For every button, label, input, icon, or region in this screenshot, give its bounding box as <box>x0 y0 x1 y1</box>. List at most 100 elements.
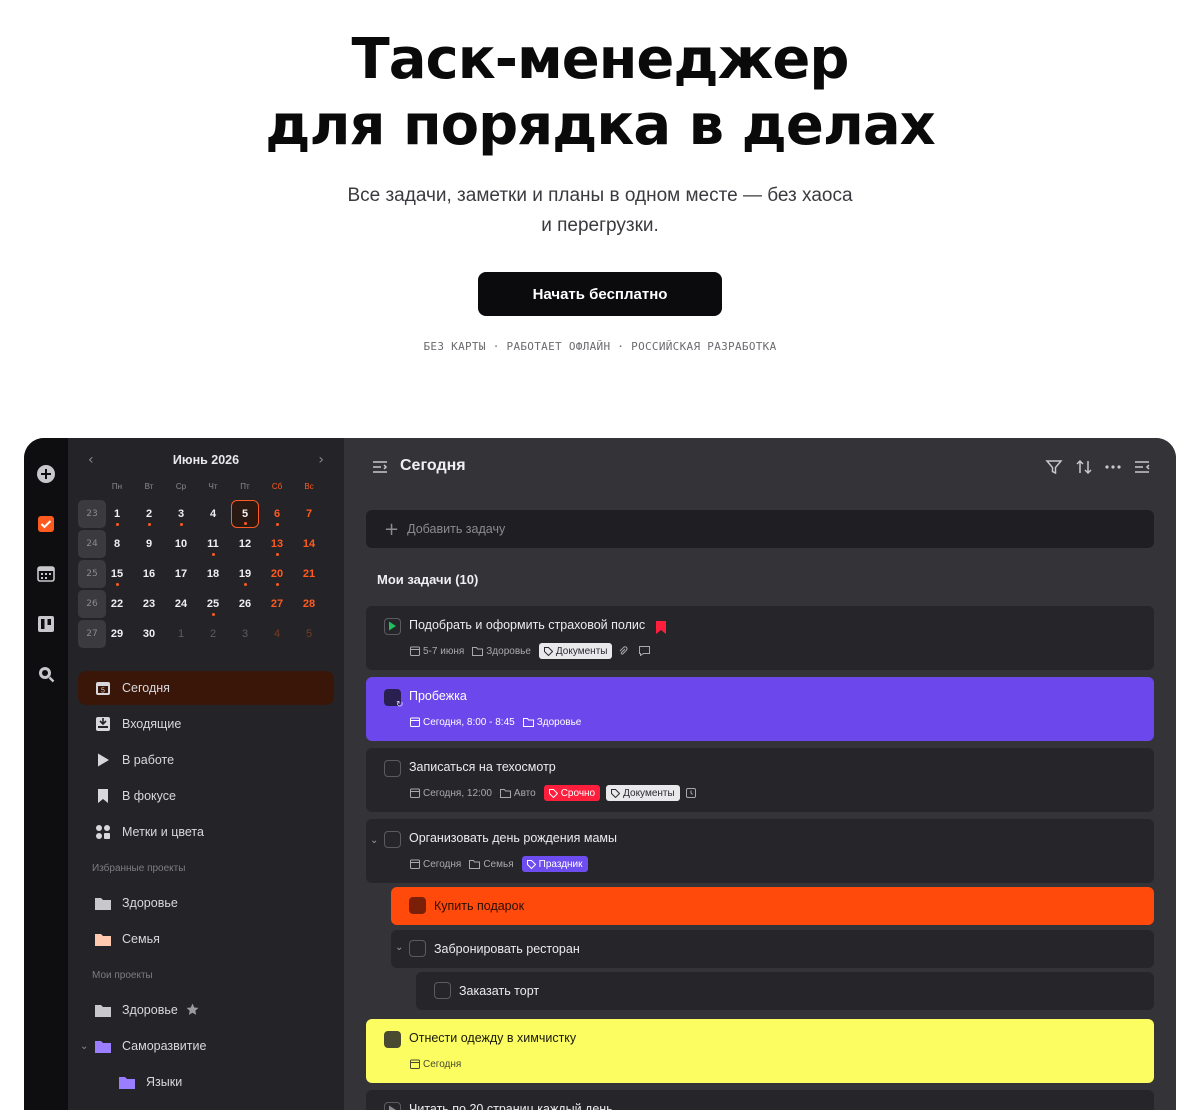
calendar-day[interactable]: 21 <box>293 560 325 588</box>
calendar-day[interactable]: 8 <box>101 530 133 558</box>
task-item[interactable]: Читать по 20 страниц каждый день <box>366 1090 1154 1110</box>
subtask-item[interactable]: ⌄ Забронировать ресторан <box>391 930 1154 968</box>
calendar-day[interactable]: 4 <box>261 620 293 648</box>
calendar-day[interactable]: 11 <box>197 530 229 558</box>
subtask-item[interactable]: Купить подарок <box>391 887 1154 925</box>
chevron-down-icon[interactable]: ⌄ <box>370 835 378 846</box>
star-icon[interactable] <box>186 1001 199 1020</box>
calendar-day[interactable]: 2 <box>133 500 165 528</box>
calendar-day[interactable]: 17 <box>165 560 197 588</box>
panel-toggle-icon[interactable] <box>1133 458 1151 476</box>
calendar-day-number: 15 <box>110 568 124 580</box>
calendar-day[interactable]: 15 <box>101 560 133 588</box>
task-checkbox[interactable] <box>384 1031 401 1048</box>
chevron-down-icon[interactable]: ⌄ <box>80 1041 88 1052</box>
task-item[interactable]: Отнести одежду в химчистку Сегодня <box>366 1019 1154 1083</box>
task-item[interactable]: Подобрать и оформить страховой полис 5-7… <box>366 606 1154 670</box>
calendar-day[interactable]: 25 <box>197 590 229 618</box>
sidebar-item-in-progress[interactable]: В работе <box>78 743 334 777</box>
tag-label: Праздник <box>538 858 583 870</box>
task-item[interactable]: ↻ Пробежка Сегодня, 8:00 - 8:45 Здоровье <box>366 677 1154 741</box>
calendar-day[interactable]: 2 <box>197 620 229 648</box>
sidebar-item-focus[interactable]: В фокусе <box>78 779 334 813</box>
sort-icon[interactable] <box>1075 458 1093 476</box>
calendar-day[interactable]: 23 <box>133 590 165 618</box>
sidebar-item-fav-family[interactable]: Семья <box>78 922 334 956</box>
folder-icon <box>94 1037 112 1055</box>
tag-badge[interactable]: Документы <box>606 785 680 801</box>
add-task-input[interactable]: + Добавить задачу <box>366 510 1154 548</box>
task-checkbox[interactable] <box>384 831 401 848</box>
calendar-day[interactable]: 1 <box>101 500 133 528</box>
sidebar-item-today[interactable]: 5 Сегодня <box>78 671 334 705</box>
calendar-day[interactable]: 6 <box>261 500 293 528</box>
calendar-day[interactable]: 14 <box>293 530 325 558</box>
search-icon[interactable] <box>36 664 56 684</box>
task-project: Семья <box>483 858 514 870</box>
next-month-icon[interactable]: › <box>318 452 324 468</box>
calendar-day[interactable]: 3 <box>229 620 261 648</box>
task-title: Записаться на техосмотр <box>409 760 556 774</box>
task-item[interactable]: Записаться на техосмотр Сегодня, 12:00 А… <box>366 748 1154 812</box>
play-icon <box>94 751 112 769</box>
calendar-day-number: 4 <box>273 628 281 640</box>
calendar-day[interactable]: 5 <box>293 620 325 648</box>
add-circle-icon[interactable] <box>36 464 56 484</box>
task-checkbox[interactable] <box>434 982 451 999</box>
calendar-day[interactable]: 10 <box>165 530 197 558</box>
start-free-button[interactable]: Начать бесплатно <box>478 272 722 316</box>
menu-lines-icon[interactable] <box>372 459 388 478</box>
task-checkbox[interactable] <box>384 618 401 635</box>
filter-icon[interactable] <box>1045 458 1063 476</box>
tag-badge[interactable]: Праздник <box>521 856 588 872</box>
sidebar-item-fav-health[interactable]: Здоровье <box>78 886 334 920</box>
calendar-day-number: 18 <box>206 568 220 580</box>
sidebar-item-my-selfdev[interactable]: ⌄ Саморазвитие <box>78 1029 334 1063</box>
task-item[interactable]: ⌄ Организовать день рождения мамы Сегодн… <box>366 819 1154 883</box>
calendar-day[interactable]: 1 <box>165 620 197 648</box>
sidebar-item-my-health[interactable]: Здоровье <box>78 993 334 1027</box>
task-title: Купить подарок <box>434 899 525 913</box>
event-dot <box>275 553 279 556</box>
more-dots-icon[interactable] <box>1104 458 1122 476</box>
tag-badge[interactable]: Документы <box>538 643 613 659</box>
calendar-day[interactable]: 30 <box>133 620 165 648</box>
event-dot <box>211 613 215 616</box>
calendar-day[interactable]: 13 <box>261 530 293 558</box>
task-checkbox[interactable] <box>384 760 401 777</box>
task-checkbox[interactable] <box>384 1102 401 1110</box>
tag-badge[interactable]: Срочно <box>543 785 601 801</box>
task-meta: Сегодня, 8:00 - 8:45 Здоровье <box>410 714 589 730</box>
calendar-day[interactable]: 20 <box>261 560 293 588</box>
calendar-day[interactable]: 22 <box>101 590 133 618</box>
kanban-board-icon[interactable] <box>36 614 56 634</box>
calendar-day[interactable]: 19 <box>229 560 261 588</box>
calendar-day[interactable]: 28 <box>293 590 325 618</box>
sidebar-item-label: Языки <box>146 1075 183 1089</box>
calendar-day-today[interactable]: 5 <box>231 500 259 528</box>
sidebar-item-labels[interactable]: Метки и цвета <box>78 815 334 849</box>
calendar-day[interactable]: 9 <box>133 530 165 558</box>
tasks-check-icon[interactable] <box>36 514 56 534</box>
calendar-day[interactable]: 26 <box>229 590 261 618</box>
calendar-day[interactable]: 24 <box>165 590 197 618</box>
calendar-day[interactable]: 3 <box>165 500 197 528</box>
calendar-day[interactable]: 7 <box>293 500 325 528</box>
calendar-day[interactable]: 18 <box>197 560 229 588</box>
subtask-item[interactable]: Заказать торт <box>416 972 1154 1010</box>
calendar-day[interactable]: 4 <box>197 500 229 528</box>
chevron-down-icon[interactable]: ⌄ <box>395 942 403 953</box>
task-checkbox[interactable] <box>409 897 426 914</box>
folder-icon <box>94 930 112 948</box>
calendar-day-number: 1 <box>113 508 121 520</box>
task-meta: Сегодня <box>410 1056 469 1072</box>
calendar-day[interactable]: 16 <box>133 560 165 588</box>
task-checkbox[interactable] <box>409 940 426 957</box>
sidebar-item-inbox[interactable]: Входящие <box>78 707 334 741</box>
weekday-label: Вт <box>144 482 154 491</box>
calendar-day[interactable]: 29 <box>101 620 133 648</box>
calendar-day[interactable]: 12 <box>229 530 261 558</box>
sidebar-item-my-languages[interactable]: Языки <box>102 1065 334 1099</box>
calendar-day[interactable]: 27 <box>261 590 293 618</box>
calendar-grid-icon[interactable] <box>36 564 56 584</box>
